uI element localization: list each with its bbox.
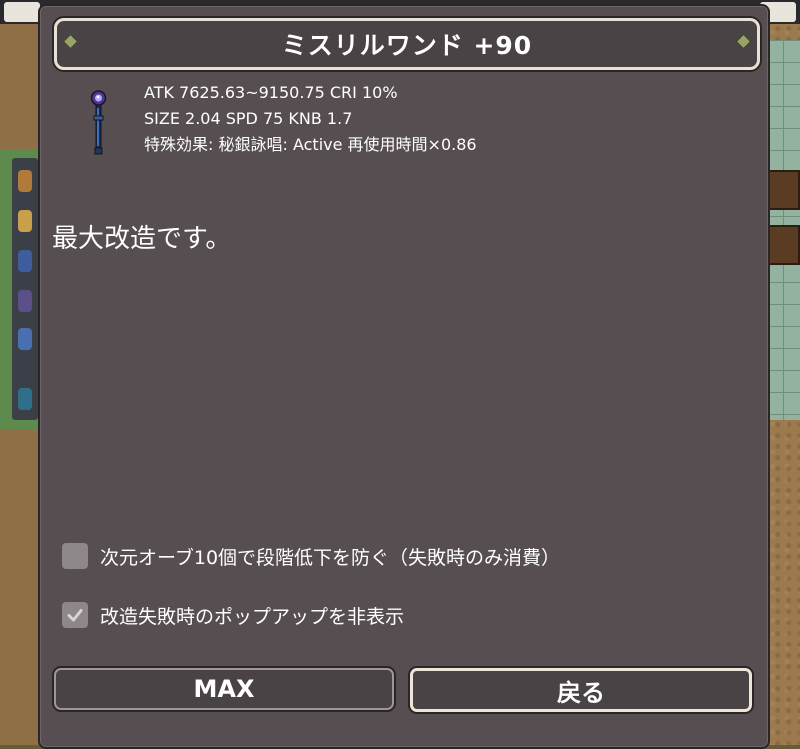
stats-attack-line: ATK 7625.63~9150.75 CRI 10% bbox=[144, 83, 398, 102]
checkmark-icon bbox=[67, 609, 83, 622]
background-item-icon bbox=[18, 290, 32, 312]
option-hide-fail-popup[interactable]: 改造失敗時のポップアップを非表示 bbox=[62, 600, 404, 630]
prevent-downgrade-checkbox[interactable] bbox=[62, 543, 88, 569]
dialog-title-bar: ミスリルワンド +90 bbox=[54, 18, 760, 70]
prevent-downgrade-label: 次元オーブ10個で段階低下を防ぐ（失敗時のみ消費） bbox=[100, 546, 561, 569]
wand-icon bbox=[86, 86, 112, 158]
upgrade-dialog: ミスリルワンド +90 ATK 7625.63~9150.75 CRI 10% … bbox=[38, 4, 770, 749]
back-button[interactable]: 戻る bbox=[410, 668, 752, 712]
upgrade-message: 最大改造です。 bbox=[52, 224, 232, 254]
stats-size-line: SIZE 2.04 SPD 75 KNB 1.7 bbox=[144, 109, 353, 128]
background-item-icon bbox=[18, 328, 32, 350]
background-inventory-strip bbox=[12, 158, 38, 420]
max-button[interactable]: MAX bbox=[54, 668, 394, 710]
stats-special-effect-line: 特殊効果: 秘銀詠唱: Active 再使用時間×0.86 bbox=[144, 135, 477, 154]
gem-ornament-icon bbox=[735, 33, 752, 50]
hide-fail-popup-label: 改造失敗時のポップアップを非表示 bbox=[100, 605, 405, 628]
background-item-icon bbox=[18, 170, 32, 192]
background-item-icon bbox=[18, 250, 32, 272]
dialog-title: ミスリルワンド +90 bbox=[281, 31, 533, 60]
background-item-icon bbox=[18, 210, 32, 232]
gem-ornament-icon bbox=[62, 33, 79, 50]
hide-fail-popup-checkbox[interactable] bbox=[62, 602, 88, 628]
option-prevent-downgrade[interactable]: 次元オーブ10個で段階低下を防ぐ（失敗時のみ消費） bbox=[62, 541, 560, 571]
background-item-icon bbox=[18, 388, 32, 410]
background-top-frame bbox=[4, 2, 40, 22]
item-stats: ATK 7625.63~9150.75 CRI 10% SIZE 2.04 SP… bbox=[144, 80, 477, 158]
